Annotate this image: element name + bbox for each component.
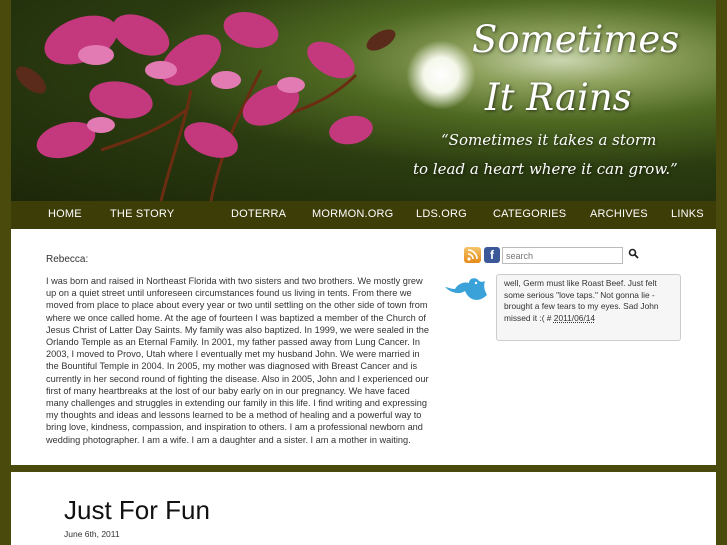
post-section: Just For Fun June 6th, 2011 [11,472,716,545]
page-frame: Sometimes It Rains “Sometimes it takes a… [0,0,727,545]
site-title-line-1: Sometimes [472,18,680,61]
tagline-line-2: to lead a heart where it can grow.” [413,160,678,178]
facebook-icon[interactable]: f [484,247,500,263]
post-date: June 6th, 2011 [64,529,120,539]
about-text: I was born and raised in Northeast Flori… [46,276,429,445]
nav-the-story[interactable]: THE STORY [110,208,174,220]
tagline-line-1: “Sometimes it takes a storm [441,131,657,149]
nav-archives[interactable]: ARCHIVES [590,208,648,220]
nav-categories[interactable]: CATEGORIES [493,208,566,220]
search-input[interactable] [502,247,623,264]
twitter-bird-icon [445,278,487,300]
search-icon[interactable] [628,248,639,262]
rss-icon[interactable] [464,247,481,263]
nav-lds-org[interactable]: LDS.ORG [416,208,467,220]
nav-mormon-org[interactable]: MORMON.ORG [312,208,393,220]
flower-illustration [16,12,396,201]
about-section: Rebecca: I was born and raised in Northe… [11,229,716,465]
nav-doterra[interactable]: DOTERRA [231,208,286,220]
tweet-bubble: well, Germ must like Roast Beef. Just fe… [496,274,681,341]
nav-home[interactable]: HOME [48,208,82,220]
post-title[interactable]: Just For Fun [64,495,210,526]
site-header: Sometimes It Rains “Sometimes it takes a… [11,0,716,201]
nav-links[interactable]: LINKS [671,208,704,220]
main-nav: HOME THE STORY DOTERRA MORMON.ORG LDS.OR… [11,201,716,229]
site-title-line-2: It Rains [485,76,632,119]
about-name: Rebecca: [46,254,89,265]
tweet-date-link[interactable]: 2011/06/14 [554,313,595,323]
